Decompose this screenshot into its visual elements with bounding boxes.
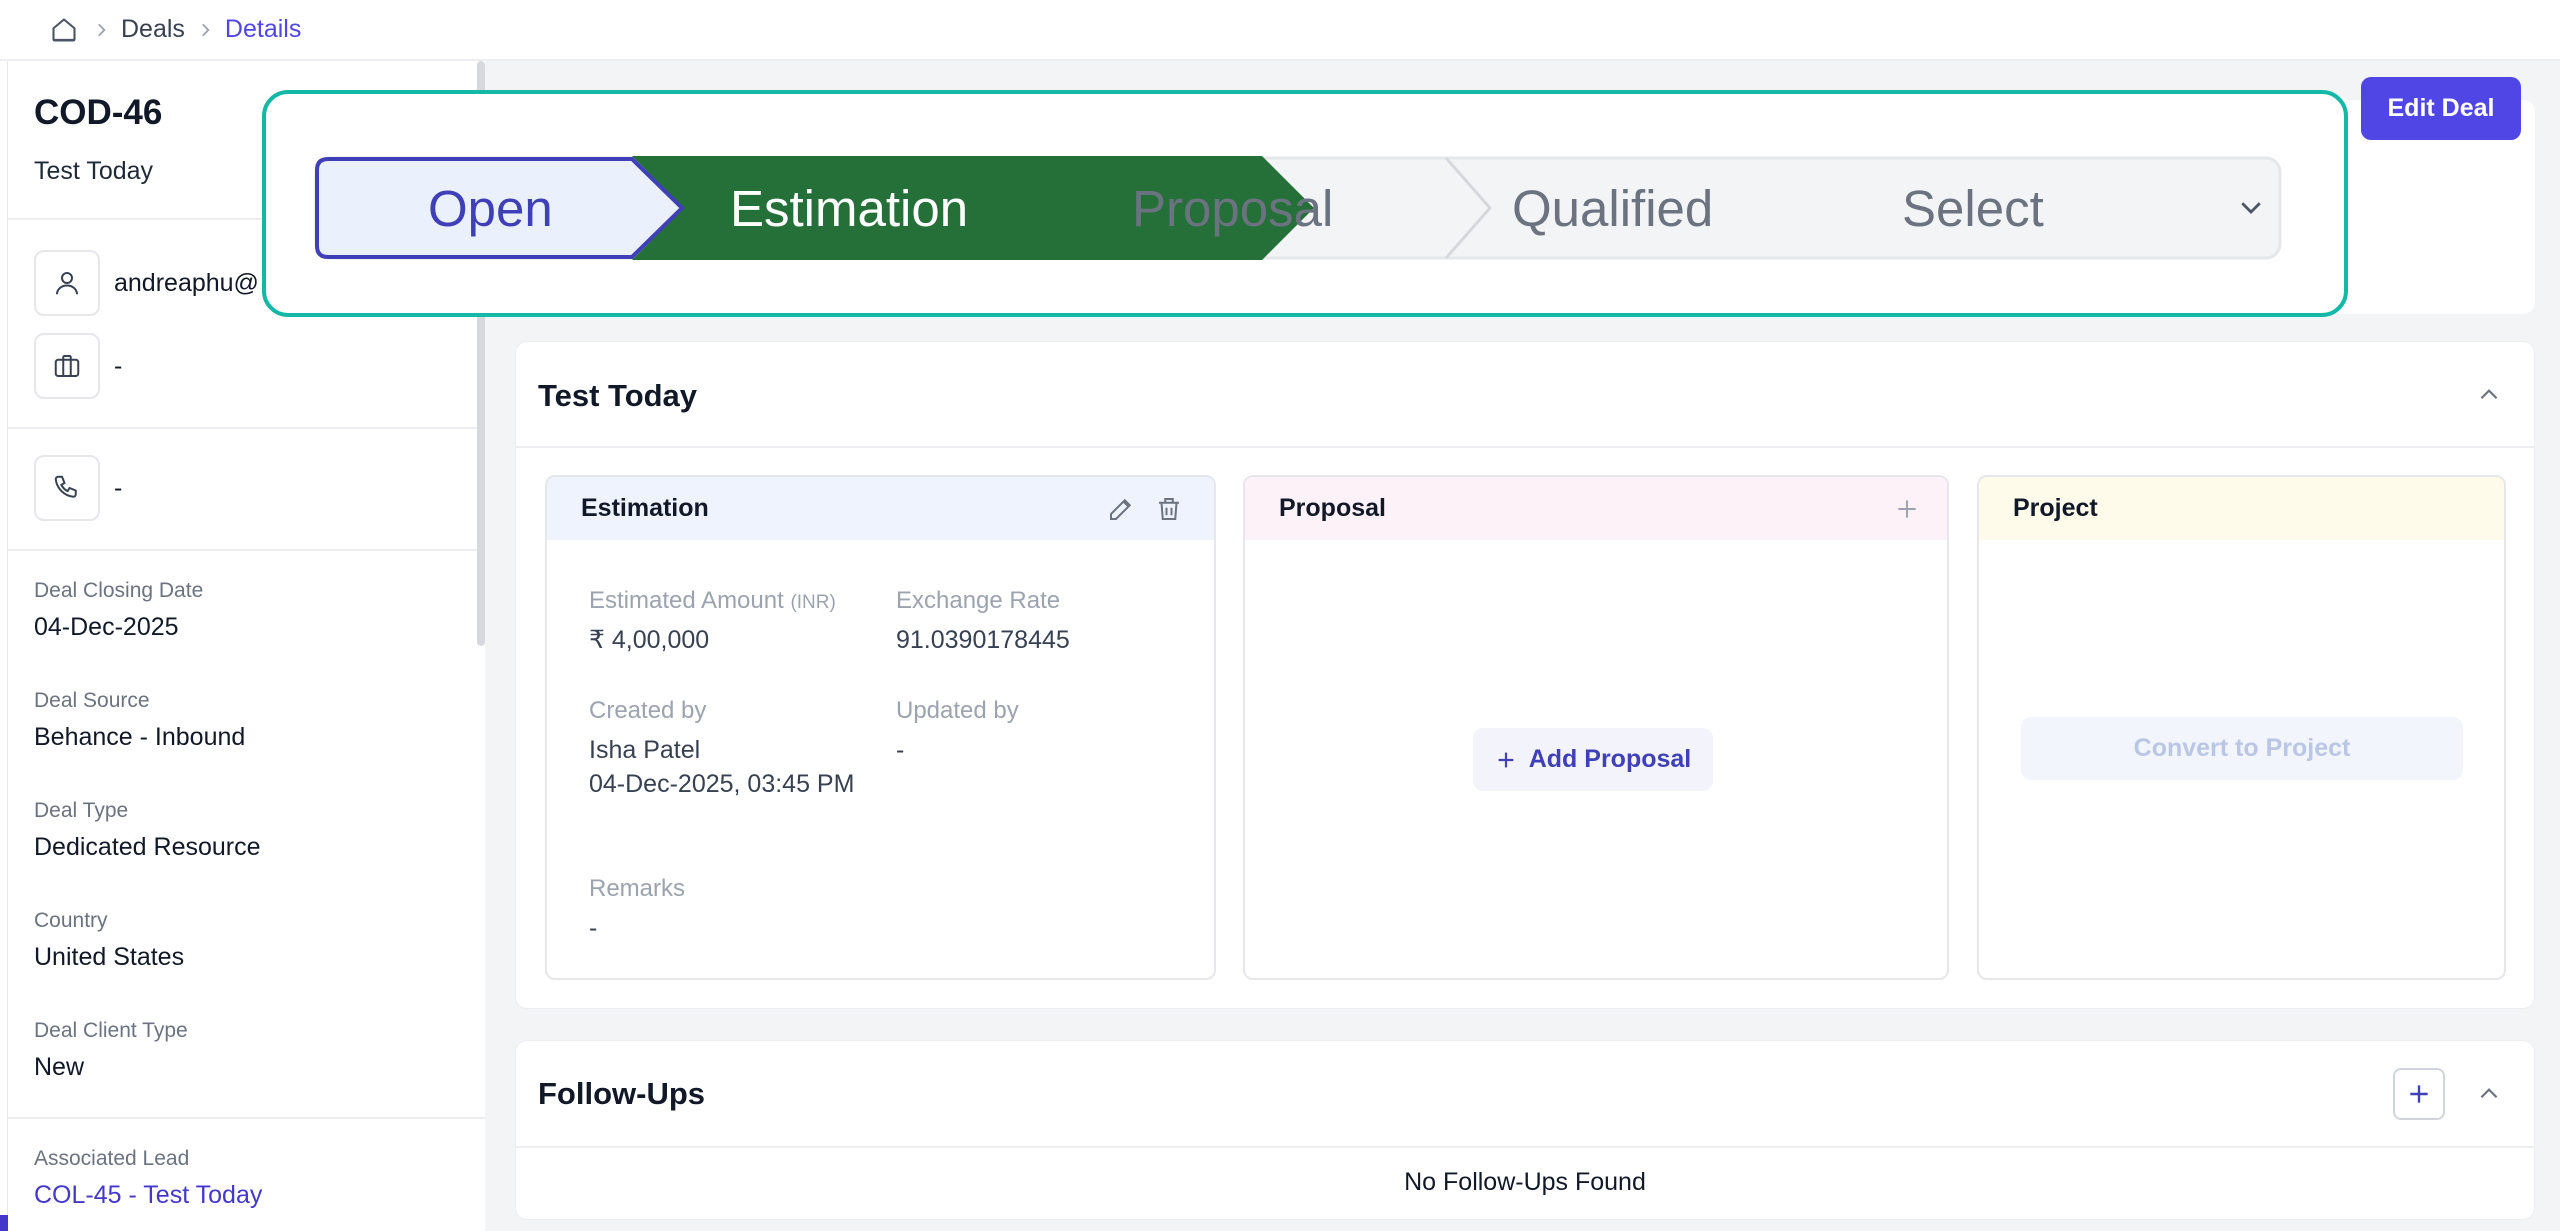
estimation-header: Estimation — [547, 477, 1214, 540]
deal-code: COD-46 — [34, 93, 163, 132]
add-followup-button[interactable] — [2393, 1068, 2445, 1120]
remarks-label: Remarks — [589, 875, 686, 902]
user-icon — [34, 250, 100, 316]
add-proposal-button[interactable]: Add Proposal — [1473, 728, 1713, 791]
field-value: Behance - Inbound — [34, 723, 246, 751]
stage-estimation[interactable]: Estimation — [730, 156, 968, 260]
field-value: Dedicated Resource — [34, 833, 261, 861]
divider — [8, 427, 485, 429]
divider — [516, 446, 2534, 448]
remarks-value: - — [589, 914, 598, 942]
stage-qualified[interactable]: Qualified — [1512, 156, 1713, 260]
divider — [516, 1146, 2534, 1148]
estimation-title: Estimation — [581, 494, 709, 522]
edit-deal-button[interactable]: Edit Deal — [2361, 77, 2521, 140]
field-label: Deal Type — [34, 799, 129, 822]
field-deal-source: Deal Source Behance - Inbound — [34, 689, 245, 752]
field-label: Deal Client Type — [34, 1019, 188, 1042]
briefcase-icon — [34, 333, 100, 399]
created-date: 04-Dec-2025, 03:45 PM — [589, 770, 855, 798]
stage-proposal[interactable]: Proposal — [1132, 156, 1333, 260]
estimated-amount-field: Estimated Amount (INR) ₹ 4,00,000 — [589, 587, 836, 657]
field-label: Deal Source — [34, 689, 150, 712]
rail-indicator — [0, 1215, 8, 1231]
field-label: Associated Lead — [34, 1147, 190, 1170]
updated-by-label: Updated by — [896, 697, 1019, 724]
contact-phone: - — [114, 473, 123, 502]
contact-company-row: - — [34, 333, 122, 399]
plus-icon[interactable] — [1889, 491, 1925, 527]
created-by-label: Created by — [589, 697, 707, 724]
field-value: New — [34, 1053, 85, 1081]
edit-icon[interactable] — [1103, 491, 1139, 527]
divider — [8, 1117, 485, 1119]
chevron-up-icon[interactable] — [2469, 1074, 2509, 1114]
convert-to-project-button[interactable]: Convert to Project — [2021, 717, 2463, 780]
field-label: Country — [34, 909, 108, 932]
updated-by-field: Updated by - — [896, 697, 1019, 767]
add-proposal-label: Add Proposal — [1528, 745, 1692, 773]
stage-select-dropdown[interactable]: Select — [1902, 156, 2044, 260]
field-country: Country United States — [34, 909, 184, 972]
deal-name: Test Today — [34, 157, 154, 185]
contact-company: - — [114, 351, 123, 380]
phone-icon — [34, 455, 100, 521]
breadcrumb: Deals Details — [0, 0, 2560, 61]
breadcrumb-details: Details — [224, 15, 302, 43]
contact-phone-row: - — [34, 455, 122, 521]
plus-icon — [2410, 1085, 2428, 1103]
proposal-header: Proposal — [1245, 477, 1947, 540]
created-by-field: Created by Isha Patel 04-Dec-2025, 03:45… — [589, 697, 859, 801]
field-deal-closing-date: Deal Closing Date 04-Dec-2025 — [34, 579, 203, 642]
home-icon[interactable] — [47, 13, 81, 47]
app-rail — [0, 61, 8, 1231]
contact-email[interactable]: andreaphu@ — [114, 269, 259, 298]
chevron-right-icon — [185, 21, 225, 39]
associated-lead-link[interactable]: COL-45 - Test Today — [34, 1181, 262, 1210]
estimation-card: Estimation Estimated Amount (INR) ₹ 4,00… — [545, 475, 1216, 980]
followups-card: Follow-Ups No Follow-Ups Found — [515, 1040, 2535, 1220]
empty-followups-text: No Follow-Ups Found — [1404, 1168, 1646, 1196]
exchange-rate-field: Exchange Rate 91.0390178445 — [896, 587, 1070, 657]
divider — [8, 549, 485, 551]
stage-pipeline: Open Estimation Proposal Qualified Selec… — [314, 156, 2282, 260]
exchange-rate-value: 91.0390178445 — [896, 626, 1070, 654]
created-by-name: Isha Patel — [589, 736, 701, 764]
followups-title: Follow-Ups — [538, 1076, 706, 1111]
project-card: Project Convert to Project — [1977, 475, 2506, 980]
contact-email-row: andreaphu@ — [34, 250, 259, 316]
field-deal-type: Deal Type Dedicated Resource — [34, 799, 261, 862]
chevron-right-icon — [81, 21, 121, 39]
estimated-amount-label: Estimated Amount (INR) — [589, 587, 836, 614]
field-label: Deal Closing Date — [34, 579, 204, 602]
deal-section-card: Test Today Estimation Estimated Amount (… — [515, 341, 2535, 1009]
field-deal-client-type: Deal Client Type New — [34, 1019, 188, 1082]
proposal-card: Proposal Add Proposal — [1243, 475, 1949, 980]
field-value: United States — [34, 943, 185, 971]
remarks-field: Remarks - — [589, 875, 685, 945]
stage-open[interactable]: Open — [428, 156, 553, 260]
chevron-up-icon[interactable] — [2469, 375, 2509, 415]
field-value: 04-Dec-2025 — [34, 613, 179, 641]
section-title: Test Today — [538, 378, 698, 413]
trash-icon[interactable] — [1151, 491, 1187, 527]
breadcrumb-deals[interactable]: Deals — [121, 15, 185, 44]
project-header: Project — [1979, 477, 2504, 540]
stage-selector: Open Estimation Proposal Qualified Selec… — [262, 90, 2348, 317]
project-title: Project — [2013, 494, 2098, 522]
exchange-rate-label: Exchange Rate — [896, 587, 1061, 614]
updated-by-value: - — [896, 736, 905, 764]
plus-icon — [1498, 752, 1514, 767]
proposal-title: Proposal — [1279, 494, 1386, 522]
estimated-amount-value: ₹ 4,00,000 — [589, 626, 710, 654]
field-associated-lead: Associated Lead COL-45 - Test Today — [34, 1147, 262, 1210]
